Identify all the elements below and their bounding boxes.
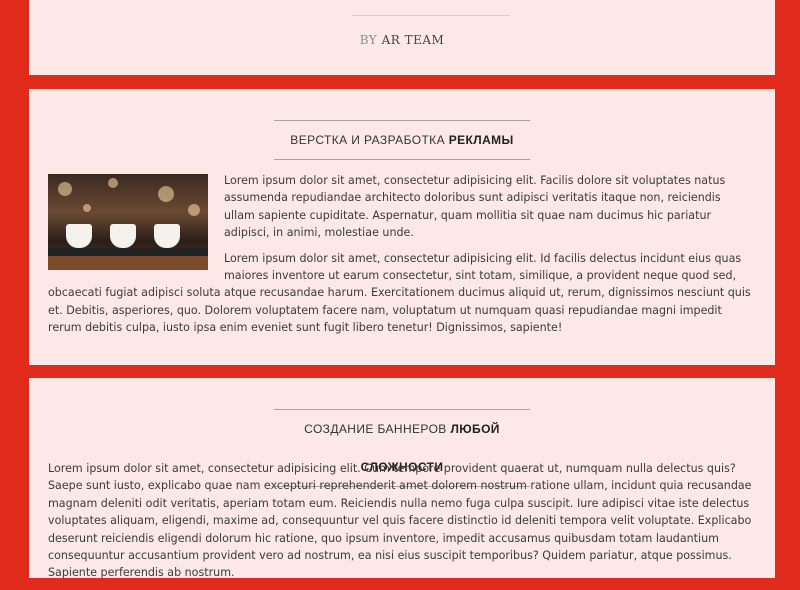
section-title-bold: РЕКЛАМЫ — [448, 133, 514, 147]
section-card-ad-development: ВЕРСТКА И РАЗРАБОТКА РЕКЛАМЫ Lorem ipsum… — [29, 89, 775, 365]
section-body: Lorem ipsum dolor sit amet, consectetur … — [48, 172, 754, 345]
heading-bottom-rule — [274, 159, 530, 160]
paragraph: Lorem ipsum dolor sit amet, consectetur … — [48, 462, 752, 580]
author-name-link[interactable]: AR TEAM — [382, 33, 445, 47]
section-title: ВЕРСТКА И РАЗРАБОТКА РЕКЛАМЫ — [274, 121, 530, 159]
coffee-cups-photo — [48, 174, 208, 270]
post-header-card: BY AR TEAM — [29, 0, 775, 75]
section-title-normal: СОЗДАНИЕ БАННЕРОВ — [304, 422, 447, 436]
section-title-normal: ВЕРСТКА И РАЗРАБОТКА — [290, 133, 445, 147]
post-author: BY AR TEAM — [29, 33, 775, 47]
title-divider — [352, 15, 510, 16]
section-heading: ВЕРСТКА И РАЗРАБОТКА РЕКЛАМЫ — [274, 120, 530, 160]
section-body: Lorem ipsum dolor sit amet, consectetur … — [48, 460, 754, 590]
section-card-banners: СОЗДАНИЕ БАННЕРОВ ЛЮБОЙ СЛОЖНОСТИ Lorem … — [29, 378, 775, 579]
author-prefix: BY — [359, 33, 378, 47]
